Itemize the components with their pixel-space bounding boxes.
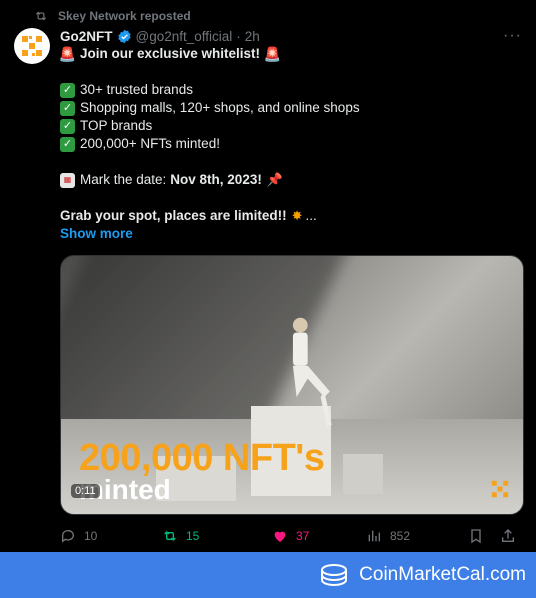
verified-badge-icon [117,29,131,43]
reply-button[interactable]: 10 [60,528,162,544]
tweet-time[interactable]: 2h [245,29,260,44]
repost-label: Skey Network reposted [58,9,191,23]
siren-emoji-icon: 🚨 [58,46,77,62]
coinmarketcal-logo-icon [321,564,348,587]
video-frame-figure [292,317,332,427]
repost-indicator[interactable]: Skey Network reposted [34,7,191,25]
calendar-emoji-icon: ▦ [60,172,75,188]
siren-emoji-icon: 🚨 [263,46,282,62]
author-name[interactable]: Go2NFT [60,29,113,44]
bar-chart-icon [368,530,380,542]
check-emoji-icon: ✓ [60,82,75,98]
video-player[interactable]: 200,000 NFT's minted 0:11 [60,255,524,515]
like-count: 37 [296,529,310,543]
bullet-item: 30+ trusted brands [80,82,193,97]
coinmarketcal-banner: CoinMarketCal.com [0,552,536,598]
share-button[interactable] [500,528,516,544]
collision-emoji-icon: ✸ [291,208,303,223]
banner-brand: CoinMarketCal.com [359,564,526,585]
reply-icon [61,530,74,543]
check-emoji-icon: ✓ [60,136,75,152]
heart-icon [274,531,286,542]
views-button[interactable]: 852 [366,528,468,544]
repost-icon [35,11,47,21]
date-prefix: Mark the date: [80,172,167,187]
go2nft-logo-icon [22,36,42,56]
grab-text: Grab your spot, places are limited!! [60,208,287,223]
bullet-item: 200,000+ NFTs minted! [80,136,220,151]
pushpin-emoji-icon: 📌 [266,172,284,187]
like-button[interactable]: 37 [272,528,366,544]
repost-button[interactable]: 15 [162,528,272,544]
author-handle[interactable]: @go2nft_official [136,29,233,44]
avatar[interactable] [14,28,50,64]
check-emoji-icon: ✓ [60,100,75,116]
ellipsis: ... [305,208,317,223]
view-count: 852 [390,529,411,543]
bookmark-icon [471,529,481,544]
separator: · [236,28,241,44]
bullet-item: Shopping malls, 120+ shops, and online s… [80,100,360,115]
video-headline: 200,000 NFT's [79,437,325,479]
go2nft-logo-icon [491,480,509,498]
tweet-title: Join our exclusive whitelist! [80,46,261,61]
show-more-link[interactable]: Show more [60,225,133,243]
tweet-actions: 10 15 37 852 [60,526,520,546]
date-value: Nov 8th, 2023! [170,172,262,187]
video-duration: 0:11 [71,484,100,498]
reply-count: 10 [84,529,98,543]
share-icon [502,529,514,542]
repost-icon [164,531,176,541]
tweet-header: Go2NFT @go2nft_official · 2h ··· [60,27,522,45]
bookmark-button[interactable] [468,528,500,544]
more-options-button[interactable]: ··· [503,27,522,45]
bullet-item: TOP brands [80,118,153,133]
repost-count: 15 [186,529,200,543]
tweet-text: 🚨 Join our exclusive whitelist! 🚨 ✓ 30+ … [58,45,520,243]
check-emoji-icon: ✓ [60,118,75,134]
